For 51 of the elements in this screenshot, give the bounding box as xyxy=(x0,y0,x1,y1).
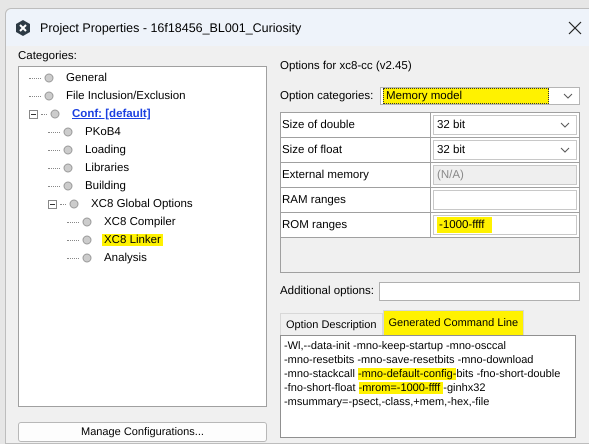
node-icon xyxy=(63,145,73,155)
tree-item[interactable]: Conf: [default] xyxy=(70,108,153,120)
node-icon xyxy=(82,235,92,245)
node-icon xyxy=(63,163,73,173)
option-name: RAM ranges xyxy=(281,188,431,212)
option-name: Size of double xyxy=(281,113,431,137)
node-icon xyxy=(63,127,73,137)
tab[interactable]: Option Description xyxy=(280,313,382,335)
option-field[interactable]: -1000-ffff xyxy=(433,215,577,235)
close-icon[interactable] xyxy=(568,20,582,34)
additional-options-field[interactable] xyxy=(379,282,580,300)
option-categories-dropdown[interactable]: Memory model xyxy=(380,87,580,105)
tree-item[interactable]: XC8 Compiler xyxy=(102,216,178,228)
options-title: Options for xc8-cc (v2.45) xyxy=(280,60,413,74)
tab[interactable]: Generated Command Line xyxy=(382,310,524,335)
app-icon xyxy=(14,18,32,36)
tree-item[interactable]: File Inclusion/Exclusion xyxy=(64,90,188,102)
tree-item[interactable]: Loading xyxy=(83,144,128,156)
option-dropdown[interactable]: 32 bit xyxy=(433,140,577,160)
command-line-text: -Wl,--data-init -mno-keep-startup -mno-osccal -mno-resetbits -mno-save-resetbits -mno-download -mno-stackcall -mno-default-config-bits -fno-short-double -fno-short-float -mrom=-1000-ffff -ginhx32 -msummary=-psect,-class,+mem,-hex,-file xyxy=(280,335,576,438)
node-icon xyxy=(69,199,79,209)
chevron-down-icon[interactable] xyxy=(560,122,570,128)
tree-item[interactable]: Analysis xyxy=(102,252,149,264)
node-icon xyxy=(82,217,92,227)
node-icon xyxy=(82,253,92,263)
additional-options-label: Additional options: xyxy=(280,285,375,297)
collapse-icon[interactable] xyxy=(29,110,38,118)
tree-item[interactable]: Libraries xyxy=(83,162,132,174)
categories-label: Categories: xyxy=(18,50,78,64)
manage-configurations-button[interactable]: Manage Configurations... xyxy=(18,422,267,442)
tree-item[interactable]: XC8 Global Options xyxy=(89,198,195,210)
window-title: Project Properties - 16f18456_BL001_Curiosity xyxy=(40,20,302,34)
node-icon xyxy=(50,109,60,119)
option-field: (N/A) xyxy=(433,165,577,185)
dropdown-value: Memory model xyxy=(383,88,549,104)
option-field[interactable] xyxy=(433,190,577,210)
node-icon xyxy=(44,91,54,101)
option-dropdown[interactable]: 32 bit xyxy=(433,115,577,135)
tree-item[interactable]: Building xyxy=(83,180,128,192)
chevron-down-icon[interactable] xyxy=(560,147,570,153)
option-name: External memory xyxy=(281,163,431,187)
tree-item[interactable]: XC8 Linker xyxy=(102,234,163,246)
option-categories-label: Option categories: xyxy=(280,90,374,102)
collapse-icon[interactable] xyxy=(48,200,57,208)
tree-item[interactable]: PKoB4 xyxy=(83,126,123,138)
option-name: Size of float xyxy=(281,138,431,162)
node-icon xyxy=(44,73,54,83)
tree-item[interactable]: General xyxy=(64,72,109,84)
chevron-down-icon[interactable] xyxy=(563,93,573,99)
node-icon xyxy=(63,181,73,191)
option-name: ROM ranges xyxy=(281,213,431,237)
